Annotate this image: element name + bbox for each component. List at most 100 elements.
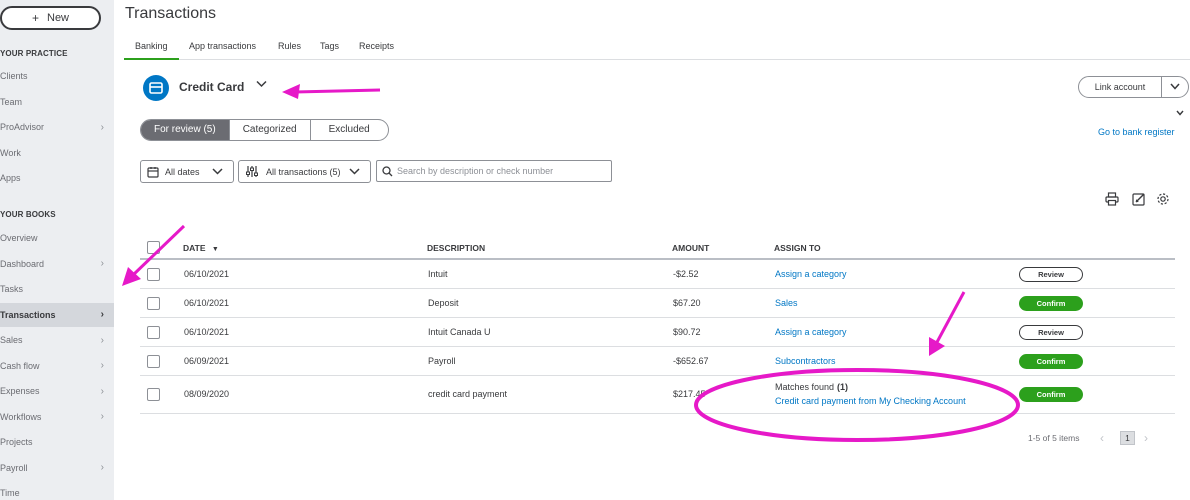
sidebar-item-projects[interactable]: Projects <box>0 430 114 454</box>
assign-to-link[interactable]: Assign a category <box>775 269 847 279</box>
description-cell: credit card payment <box>428 389 508 399</box>
table-row[interactable]: 06/10/2021 Intuit Canada U $90.72 Assign a … <box>140 318 1175 347</box>
date-cell: 06/10/2021 <box>184 326 230 337</box>
sidebar-item-time[interactable]: Time <box>0 481 114 500</box>
sidebar-item-dashboard[interactable]: Dashboard › <box>0 252 114 276</box>
sidebar-item-proadvisor[interactable]: ProAdvisor › <box>0 115 114 139</box>
sidebar-item-label: Sales <box>0 335 23 345</box>
sidebar-item-label: Payroll <box>0 462 28 473</box>
select-all-checkbox[interactable] <box>147 241 160 254</box>
print-icon[interactable] <box>1105 192 1119 206</box>
chevron-down-icon <box>212 168 223 175</box>
date-cell: 06/10/2021 <box>184 268 230 279</box>
tab-tags[interactable]: Tags <box>320 41 339 51</box>
sidebar-item-expenses[interactable]: Expenses › <box>0 379 114 403</box>
table-row[interactable]: 08/09/2020 credit card payment $217.45 Matc… <box>140 376 1175 414</box>
row-checkbox[interactable] <box>147 296 160 310</box>
confirm-button[interactable]: Confirm <box>1019 295 1083 311</box>
collapse-chevron-icon[interactable] <box>1176 108 1184 118</box>
tab-banking[interactable]: Banking <box>124 41 179 60</box>
amount-cell: $67.20 <box>673 297 701 308</box>
sidebar-item-overview[interactable]: Overview <box>0 226 114 250</box>
tab-categorized[interactable]: Categorized <box>230 120 311 140</box>
tab-app-transactions[interactable]: App transactions <box>189 41 256 51</box>
sidebar-item-tasks[interactable]: Tasks <box>0 277 114 301</box>
previous-page-icon[interactable]: ‹ <box>1100 431 1104 445</box>
sidebar-item-label: Overview <box>0 233 38 243</box>
date-filter-dropdown[interactable]: All dates <box>140 160 234 183</box>
review-button[interactable]: Review <box>1019 266 1083 282</box>
go-to-bank-register-link[interactable]: Go to bank register <box>1098 127 1175 137</box>
date-cell: 08/09/2020 <box>184 389 230 399</box>
link-account-button[interactable]: Link account <box>1079 77 1162 97</box>
sidebar-item-workflows[interactable]: Workflows › <box>0 405 114 429</box>
link-account-button-group: Link account <box>1078 76 1189 98</box>
tab-for-review[interactable]: For review (5) <box>141 120 230 140</box>
table-row[interactable]: 06/09/2021 Payroll -$652.67 Subcontractors C… <box>140 347 1175 376</box>
search-icon <box>382 165 393 177</box>
sidebar-item-label: Cash flow <box>0 360 40 371</box>
sidebar-item-payroll[interactable]: Payroll › <box>0 456 114 480</box>
new-button[interactable]: + New <box>0 6 101 30</box>
transaction-filter-dropdown[interactable]: All transactions (5) <box>238 160 371 183</box>
description-cell: Intuit <box>428 268 448 279</box>
gear-icon[interactable] <box>1156 192 1170 206</box>
sidebar-item-apps[interactable]: Apps <box>0 166 114 190</box>
row-checkbox[interactable] <box>147 267 160 281</box>
pagination-info: 1-5 of 5 items <box>1028 433 1080 443</box>
table-row[interactable]: 06/10/2021 Intuit -$2.52 Assign a category R… <box>140 260 1175 289</box>
row-checkbox[interactable] <box>147 354 160 368</box>
date-filter-label: All dates <box>165 166 200 177</box>
left-sidebar: + New YOUR PRACTICE Clients Team ProAdviso… <box>0 0 114 500</box>
tab-receipts[interactable]: Receipts <box>359 41 394 51</box>
sort-down-icon: ▼ <box>211 246 219 253</box>
table-header: DATE ▼ DESCRIPTION AMOUNT ASSIGN TO <box>140 236 1175 260</box>
assign-to-link[interactable]: Subcontractors <box>775 356 836 366</box>
assign-to-link[interactable]: Sales <box>775 298 798 308</box>
sidebar-item-transactions[interactable]: Transactions › <box>0 302 114 327</box>
sidebar-item-cash-flow[interactable]: Cash flow › <box>0 354 114 378</box>
date-cell: 06/09/2021 <box>184 355 230 366</box>
tab-excluded[interactable]: Excluded <box>311 120 388 140</box>
search-input[interactable] <box>397 166 607 176</box>
date-column-header[interactable]: DATE ▼ <box>183 243 219 253</box>
review-button[interactable]: Review <box>1019 324 1083 340</box>
assign-to-link[interactable]: Assign a category <box>775 327 847 337</box>
row-checkbox[interactable] <box>147 325 160 339</box>
description-cell: Payroll <box>428 355 456 366</box>
sidebar-item-label: Expenses <box>0 386 40 396</box>
plus-icon: + <box>31 11 39 25</box>
chevron-right-icon: › <box>100 334 104 346</box>
table-row[interactable]: 06/10/2021 Deposit $67.20 Sales Confirm <box>140 289 1175 318</box>
tab-bar: Banking App transactions Rules Tags Rece… <box>124 36 1190 60</box>
match-link[interactable]: Credit card payment from My Checking Acc… <box>775 396 966 406</box>
new-button-label: New <box>47 12 70 24</box>
banking-panel: Credit Card Link account Go to bank regi… <box>124 60 1190 500</box>
confirm-button[interactable]: Confirm <box>1019 353 1083 369</box>
sidebar-item-sales[interactable]: Sales › <box>0 328 114 352</box>
page-number-button[interactable]: 1 <box>1120 431 1135 445</box>
sidebar-item-work[interactable]: Work <box>0 141 114 165</box>
link-account-dropdown-icon[interactable] <box>1162 82 1188 92</box>
edit-export-icon[interactable] <box>1132 192 1146 206</box>
matches-found-text: Matches found (1) <box>775 382 849 392</box>
account-chevron-down-icon[interactable] <box>256 79 267 91</box>
your-books-heading: YOUR BOOKS <box>0 210 56 219</box>
confirm-button[interactable]: Confirm <box>1019 387 1083 402</box>
tab-rules[interactable]: Rules <box>278 41 301 51</box>
sidebar-item-label: Projects <box>0 437 33 447</box>
chevron-right-icon: › <box>100 462 104 473</box>
next-page-icon[interactable]: › <box>1144 431 1148 445</box>
description-cell: Deposit <box>428 297 459 308</box>
chevron-right-icon: › <box>100 121 104 133</box>
row-checkbox[interactable] <box>147 388 160 401</box>
amount-column-header: AMOUNT <box>672 243 710 253</box>
sidebar-item-clients[interactable]: Clients <box>0 64 114 88</box>
chevron-right-icon: › <box>100 385 104 397</box>
account-name[interactable]: Credit Card <box>179 80 244 94</box>
amount-cell: -$652.67 <box>673 355 709 366</box>
sidebar-item-label: Dashboard <box>0 258 45 269</box>
chevron-right-icon: › <box>100 309 104 320</box>
sidebar-item-team[interactable]: Team <box>0 90 114 114</box>
amount-cell: $217.45 <box>673 389 706 399</box>
